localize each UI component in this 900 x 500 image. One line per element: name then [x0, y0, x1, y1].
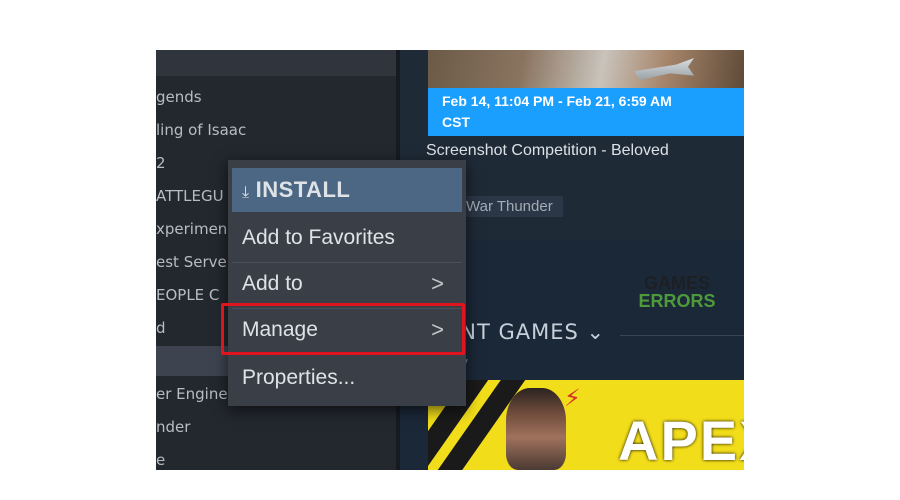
watermark-line2: ERRORS [638, 291, 716, 311]
manage-highlight-box [221, 303, 465, 355]
apex-legends-tile[interactable]: ⚡ APEX [428, 380, 744, 470]
chevron-down-icon: ⌄ [586, 320, 606, 344]
library-search-bar[interactable] [156, 50, 396, 76]
add-to-label: Add to [242, 272, 303, 295]
event-title[interactable]: Screenshot Competition - Beloved [426, 142, 669, 160]
chevron-right-icon: > [431, 271, 444, 296]
apex-title-art: APEX [618, 409, 744, 470]
plane-image [634, 58, 694, 80]
watermark-line1: GAMES [643, 273, 710, 293]
context-menu: ⤓ INSTALL Add to Favorites Add to > Manag… [228, 160, 466, 406]
event-date-line1: Feb 14, 11:04 PM - Feb 21, 6:59 AM [442, 93, 672, 109]
library-item[interactable]: gends [156, 82, 386, 112]
install-menu-item[interactable]: ⤓ INSTALL [232, 168, 462, 212]
event-game-tag[interactable]: War Thunder [456, 196, 563, 217]
watermark-logo: GAMES ERRORS [632, 274, 722, 310]
library-item[interactable]: ling of Isaac [156, 115, 386, 145]
event-date-banner: Feb 14, 11:04 PM - Feb 21, 6:59 AM CST [428, 88, 744, 136]
properties-label: Properties... [242, 366, 356, 389]
properties-menu-item[interactable]: Properties... [232, 356, 462, 400]
install-label: INSTALL [255, 177, 351, 202]
library-item[interactable]: e [156, 445, 386, 470]
event-date-line2: CST [442, 114, 470, 130]
add-to-favorites-menu-item[interactable]: Add to Favorites [232, 216, 462, 260]
character-art [506, 388, 566, 470]
library-item[interactable]: nder [156, 412, 386, 442]
add-to-favorites-label: Add to Favorites [242, 226, 395, 249]
add-to-menu-item[interactable]: Add to > [232, 262, 462, 306]
section-rule [620, 335, 744, 336]
download-icon: ⤓ [242, 184, 250, 201]
event-artwork[interactable] [428, 50, 744, 88]
spark-icon: ⚡ [564, 384, 581, 412]
recent-games-header[interactable]: ENT GAMES ⌄ [446, 320, 605, 344]
